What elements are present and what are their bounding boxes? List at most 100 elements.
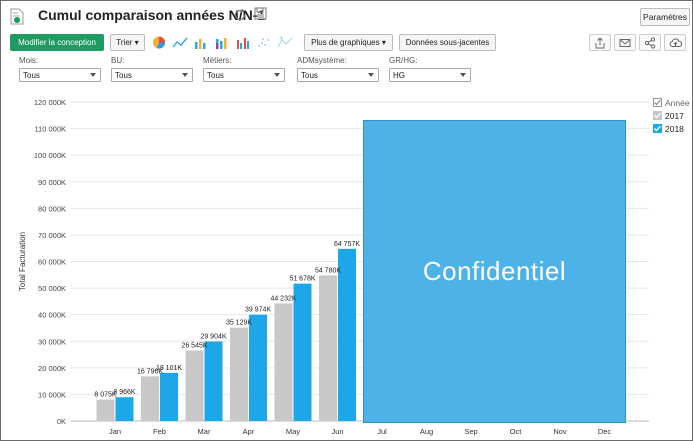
legend-title-row[interactable]: Année: [653, 96, 690, 109]
filter-metiers: Métiers: Tous: [203, 56, 285, 82]
filter-value: Tous: [115, 70, 132, 80]
filter-admsysteme-select[interactable]: Tous: [297, 68, 379, 82]
filter-admsysteme: ADMsystème: Tous: [297, 56, 379, 82]
data-label: 51 678K: [289, 276, 315, 283]
bar-2017: [185, 350, 204, 421]
bar-2017: [319, 275, 337, 421]
x-tick-label: Apr: [243, 427, 255, 436]
y-tick-label: 20 000K: [38, 364, 66, 373]
chevron-down-icon: [90, 73, 96, 77]
y-tick-label: 80 000K: [38, 204, 66, 213]
checkmark-icon: [654, 125, 661, 132]
share-icon[interactable]: [639, 34, 661, 51]
scatter-chart-icon[interactable]: [256, 35, 272, 50]
x-tick-label: Dec: [598, 427, 612, 436]
filter-label: Métiers:: [203, 56, 232, 65]
grouped-bar-chart-icon[interactable]: [235, 35, 251, 50]
chevron-down-icon: [182, 73, 188, 77]
y-tick-label: 10 000K: [38, 390, 66, 399]
bar-2017: [96, 399, 115, 421]
chart-legend: Année 2017 2018: [653, 96, 690, 135]
x-tick-label: Nov: [553, 427, 567, 436]
export-icon[interactable]: [589, 34, 611, 51]
chevron-down-icon: [460, 73, 466, 77]
report-icon: [10, 8, 24, 25]
legend-title: Année: [665, 97, 690, 108]
bar-2018: [338, 248, 356, 421]
bar-2017: [230, 327, 248, 421]
cloud-upload-icon-glyph: [669, 37, 682, 47]
checkmark-icon: [654, 99, 661, 106]
filter-value: Tous: [23, 70, 40, 80]
y-tick-label: 90 000K: [38, 178, 66, 187]
legend-checkbox-icon: [653, 124, 662, 133]
data-label: 44 232K: [270, 295, 296, 302]
filter-value: HG: [393, 70, 405, 80]
filter-metiers-select[interactable]: Tous: [203, 68, 285, 82]
data-label: 54 780K: [315, 267, 341, 274]
chevron-down-icon: [368, 73, 374, 77]
x-tick-label: Jun: [331, 427, 343, 436]
x-tick-label: May: [286, 427, 300, 436]
y-tick-label: 50 000K: [38, 284, 66, 293]
save-icon[interactable]: [254, 7, 267, 20]
stacked-bar-chart-icon[interactable]: [214, 35, 230, 50]
toolbar: Modifier la conception Trier ▾ Plus de g…: [1, 33, 692, 51]
filter-label: BU:: [111, 56, 125, 65]
filter-grhg: GR/HG: HG: [389, 56, 471, 82]
data-label: 8 966K: [113, 389, 136, 396]
export-icon-glyph: [595, 36, 605, 48]
y-tick-label: 0K: [57, 417, 66, 426]
y-tick-label: 120 000K: [34, 98, 66, 107]
x-tick-label: Sep: [464, 427, 477, 436]
legend-item-2018[interactable]: 2018: [653, 122, 690, 135]
bar-chart-icon[interactable]: [193, 35, 209, 50]
bar-2018: [293, 283, 312, 421]
x-tick-label: Feb: [153, 427, 166, 436]
filter-grhg-select[interactable]: HG: [389, 68, 471, 82]
x-tick-label: Mar: [198, 427, 211, 436]
filter-bu: BU: Tous: [111, 56, 193, 82]
underlying-data-button[interactable]: Données sous-jacentes: [399, 34, 496, 51]
filter-month-select[interactable]: Tous: [19, 68, 101, 82]
filter-label: ADMsystème:: [297, 56, 347, 65]
bar-2018: [115, 397, 134, 421]
filter-label: Mois:: [19, 56, 39, 65]
legend-checkbox-icon: [653, 111, 662, 120]
email-icon[interactable]: [614, 34, 636, 51]
bar-2018: [249, 314, 267, 421]
data-label: 18 101K: [156, 365, 182, 372]
data-label: 64 757K: [334, 241, 360, 248]
line-chart-icon[interactable]: [172, 35, 188, 50]
y-tick-label: 60 000K: [38, 258, 66, 267]
y-tick-label: 30 000K: [38, 337, 66, 346]
title-bar: Cumul comparaison années N/N-1 Paramètre…: [1, 1, 692, 31]
y-tick-label: 110 000K: [34, 125, 66, 134]
report-window: Cumul comparaison années N/N-1 Paramètre…: [0, 0, 693, 441]
parameters-button[interactable]: Paramètres: [640, 8, 690, 26]
y-tick-label: 100 000K: [34, 151, 66, 160]
data-label: 29 904K: [200, 334, 226, 341]
data-label: 39 974K: [245, 307, 271, 314]
legend-item-2017[interactable]: 2017: [653, 109, 690, 122]
modify-design-button[interactable]: Modifier la conception: [10, 34, 104, 51]
x-tick-label: Oct: [510, 427, 523, 436]
data-label: 35 129K: [226, 320, 252, 327]
x-tick-label: Jan: [109, 427, 121, 436]
y-tick-label: 70 000K: [38, 231, 66, 240]
legend-checkbox-icon: [653, 98, 662, 107]
refresh-icon[interactable]: [233, 8, 247, 22]
confidential-overlay: Confidentiel: [363, 120, 626, 423]
area-map-icon[interactable]: [277, 35, 293, 50]
filter-value: Tous: [301, 70, 318, 80]
more-charts-button[interactable]: Plus de graphiques ▾: [304, 34, 393, 51]
sort-button[interactable]: Trier ▾: [110, 34, 145, 51]
filter-bu-select[interactable]: Tous: [111, 68, 193, 82]
cloud-upload-icon[interactable]: [664, 34, 686, 51]
filter-label: GR/HG:: [389, 56, 418, 65]
y-tick-label: 40 000K: [38, 311, 66, 320]
x-tick-label: Jul: [377, 427, 387, 436]
bar-2017: [274, 303, 293, 421]
chevron-down-icon: [274, 73, 280, 77]
pie-chart-icon[interactable]: [151, 35, 167, 50]
